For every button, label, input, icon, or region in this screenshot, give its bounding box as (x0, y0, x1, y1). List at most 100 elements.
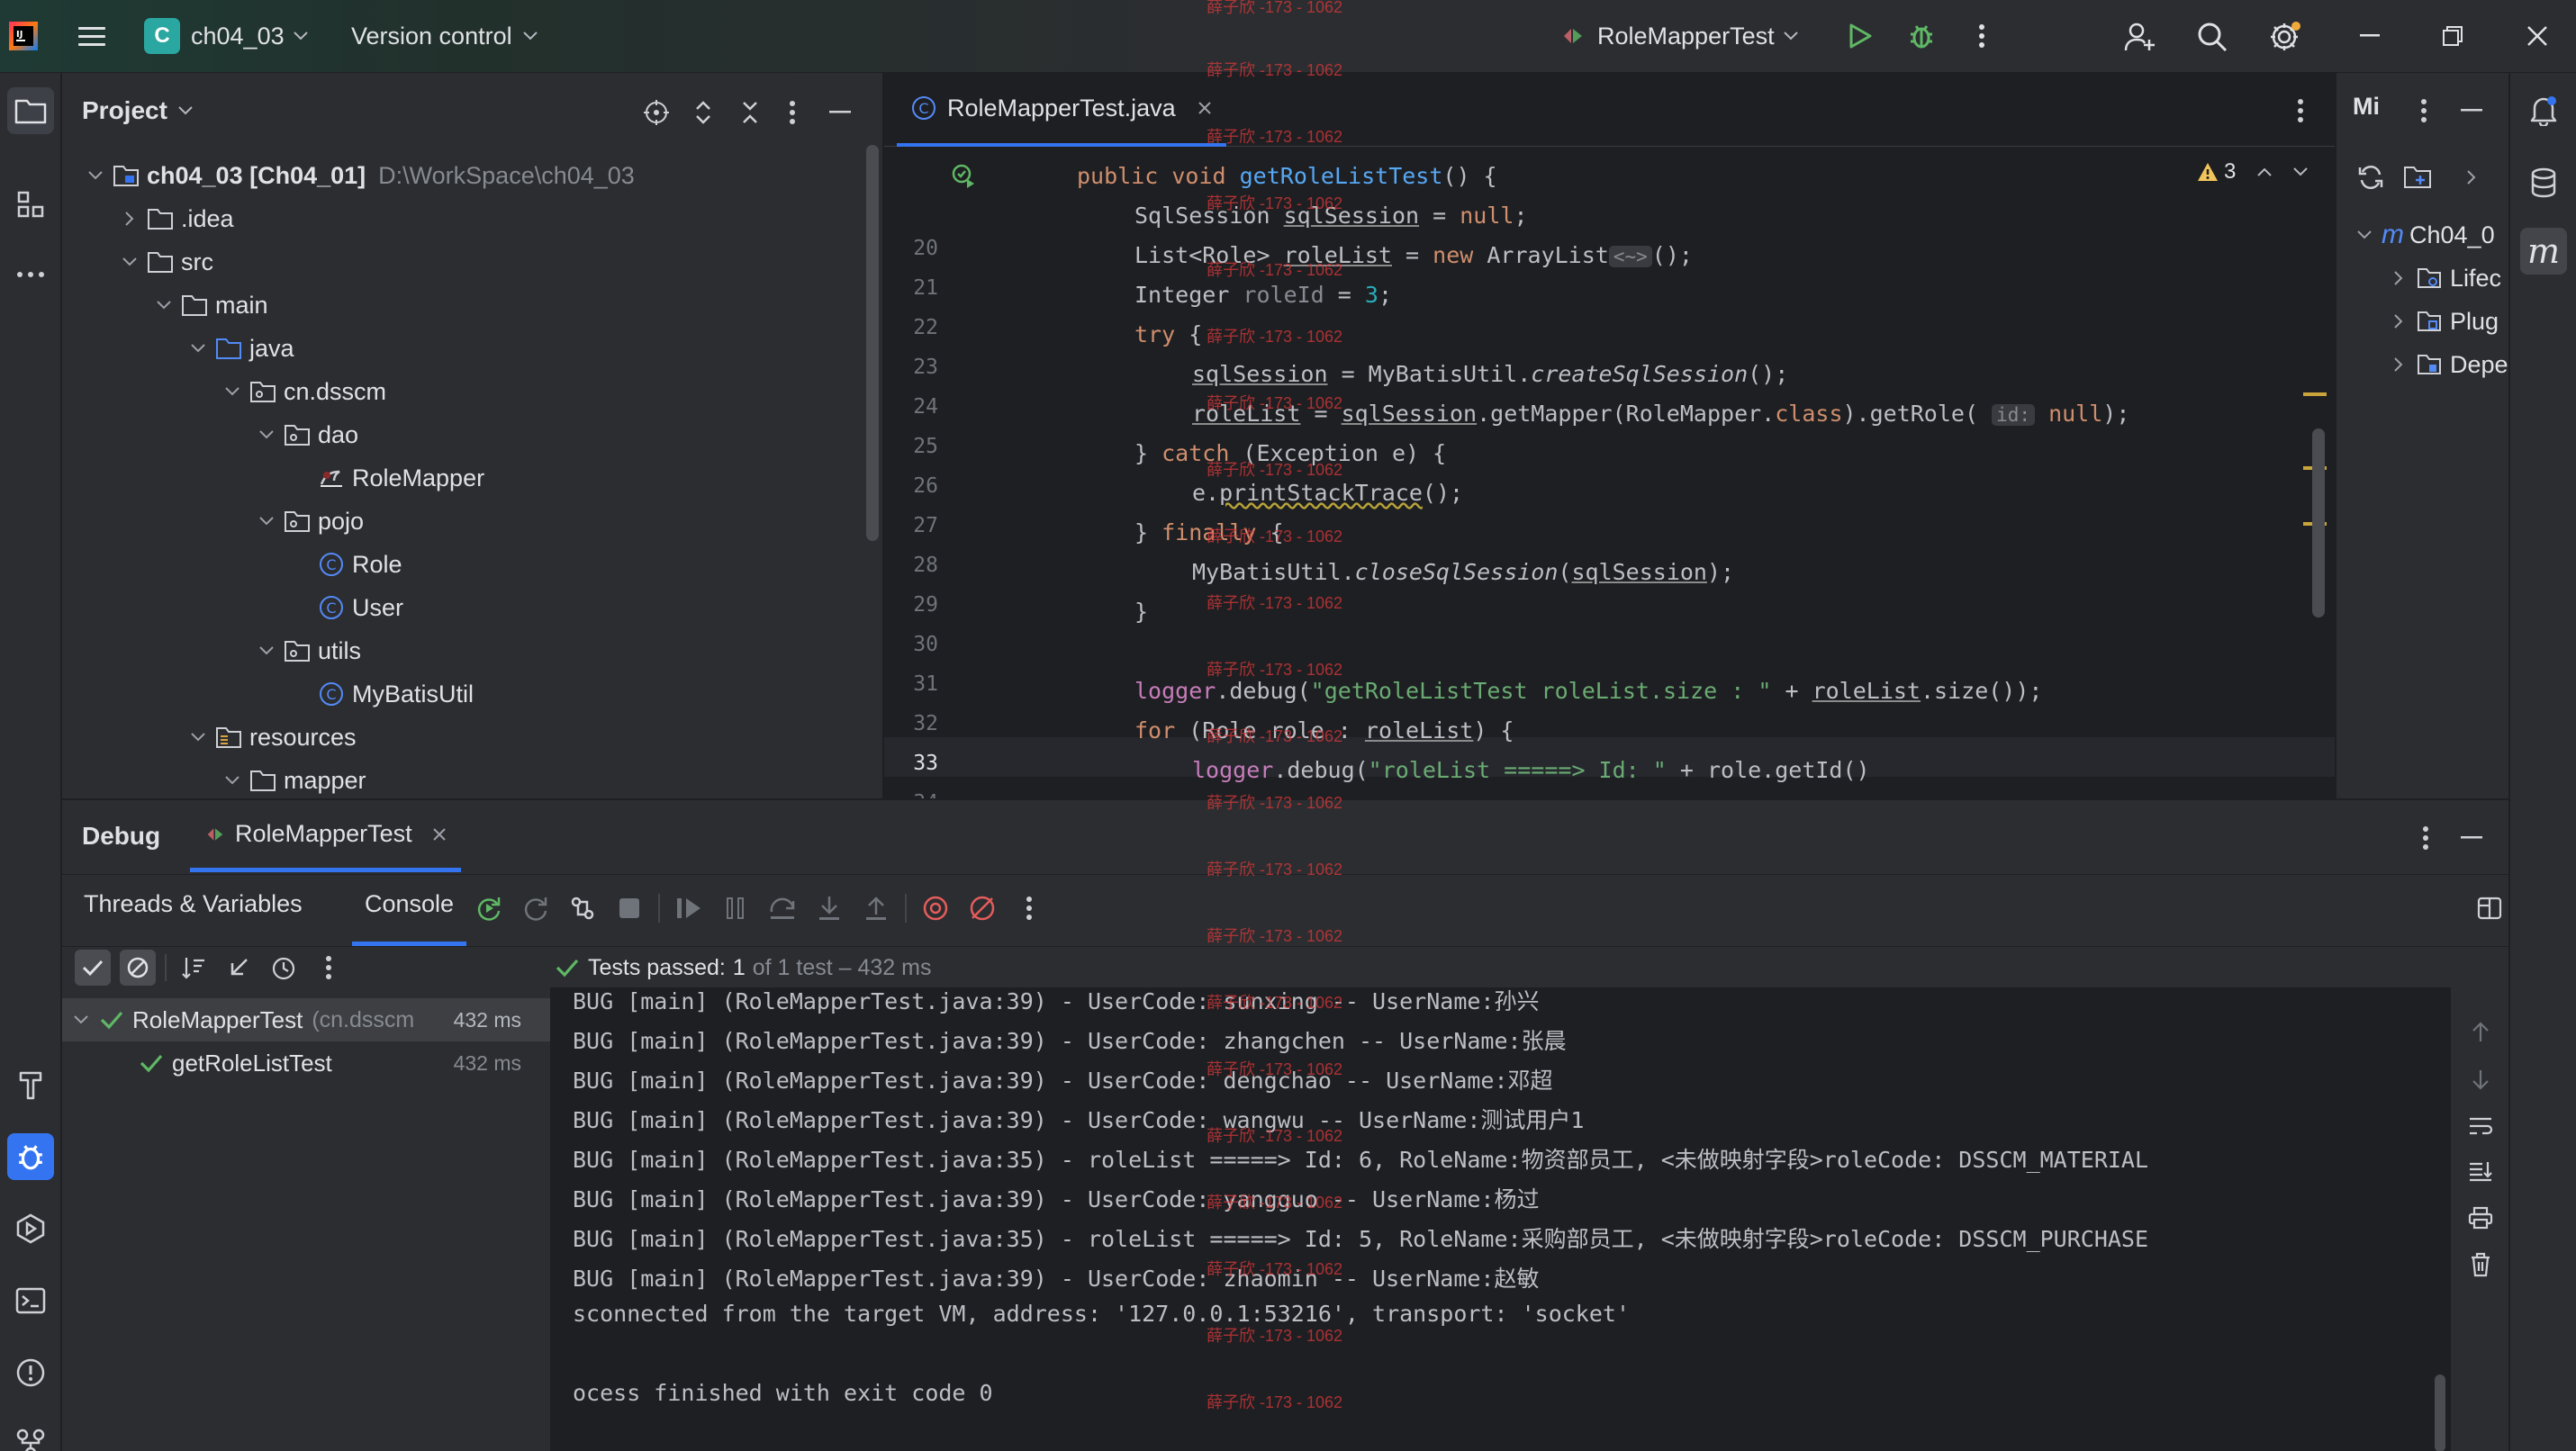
tab-console[interactable]: Console (352, 876, 467, 946)
test-row-rolemappertest[interactable]: RoleMapperTest (cn.dsscm 432 ms (69, 998, 548, 1041)
sort-icon[interactable] (176, 950, 212, 986)
tree-item-idea[interactable]: .idea (118, 197, 234, 240)
inspection-widget[interactable]: 3 (2197, 157, 2309, 187)
tree-item-package-cn-dsscm[interactable]: cn.dsscm (221, 370, 386, 413)
restart-debug-icon[interactable] (565, 890, 601, 926)
maven-item-lifecycle[interactable]: Lifec (2387, 257, 2501, 300)
tree-item-package-dao[interactable]: dao (255, 413, 358, 456)
add-maven-project-icon[interactable] (2400, 159, 2436, 195)
build-tool-icon[interactable] (7, 1061, 54, 1108)
layout-settings-icon[interactable] (2472, 890, 2508, 926)
reload-icon[interactable] (2353, 159, 2389, 195)
resume-icon[interactable] (671, 890, 707, 926)
show-passed-icon[interactable] (75, 950, 111, 986)
run-config-selector[interactable]: RoleMapperTest (1558, 16, 1798, 56)
scroll-to-end-icon[interactable] (2463, 1153, 2499, 1189)
rerun-icon[interactable] (471, 890, 507, 926)
project-panel-header[interactable]: Project (82, 93, 193, 129)
tab-threads-variables[interactable]: Threads & Variables (84, 890, 303, 918)
editor-tabs-options-icon[interactable] (2287, 93, 2314, 129)
maven-item-dependencies[interactable]: Depe (2387, 343, 2508, 386)
show-ignored-icon[interactable] (120, 950, 156, 986)
structure-tool-icon[interactable] (7, 181, 54, 228)
maven-tool-icon[interactable]: m (2520, 228, 2567, 275)
minimize-window-icon[interactable] (2352, 18, 2388, 54)
debug-tool-icon[interactable] (7, 1133, 54, 1180)
tree-item-src[interactable]: src (118, 240, 213, 284)
tree-item-project-root[interactable]: ch04_03 [Ch04_01] D:\WorkSpace\ch04_03 (84, 154, 635, 197)
scroll-up-icon[interactable] (2463, 1014, 2499, 1050)
settings-gear-icon[interactable] (2265, 18, 2303, 56)
debug-options-icon[interactable] (2412, 820, 2439, 856)
scroll-down-icon[interactable] (2463, 1061, 2499, 1097)
stop-icon[interactable] (611, 890, 647, 926)
project-options-icon[interactable] (779, 95, 806, 131)
chevron-right-icon[interactable] (2454, 159, 2490, 195)
project-switcher[interactable]: C ch04_03 (144, 16, 308, 56)
services-tool-icon[interactable] (7, 1205, 54, 1252)
tree-item-rolemapper[interactable]: RoleMapper (312, 456, 484, 500)
view-breakpoints-icon[interactable] (917, 890, 954, 926)
rerun-failed-icon[interactable] (518, 890, 554, 926)
add-user-icon[interactable] (2121, 18, 2159, 56)
step-over-icon[interactable] (764, 890, 800, 926)
notifications-icon[interactable] (2520, 87, 2567, 134)
console-scrollbar[interactable] (2435, 1374, 2445, 1451)
git-tool-icon[interactable] (7, 1419, 54, 1451)
tree-item-main[interactable]: main (152, 284, 268, 327)
terminal-tool-icon[interactable] (7, 1277, 54, 1324)
search-icon[interactable] (2193, 18, 2231, 56)
step-out-icon[interactable] (858, 890, 894, 926)
console-output[interactable]: BUG [main] (RoleMapperTest.java:39) - Us… (551, 987, 2451, 1451)
close-tab-icon[interactable] (432, 827, 447, 842)
more-tools-icon[interactable] (7, 251, 54, 298)
step-into-icon[interactable] (811, 890, 847, 926)
maven-options-icon[interactable] (2410, 93, 2437, 129)
locate-file-icon[interactable] (638, 95, 674, 131)
hide-panel-icon[interactable] (2454, 820, 2490, 856)
test-history-icon[interactable] (266, 950, 302, 986)
tree-item-package-utils[interactable]: utils (255, 629, 361, 672)
version-control-menu[interactable]: Version control (351, 16, 538, 56)
maven-item-plugins[interactable]: Plug (2387, 300, 2499, 343)
tree-item-package-pojo[interactable]: pojo (255, 500, 364, 543)
tree-item-mapper[interactable]: mapper (221, 759, 366, 802)
debug-session-tab[interactable]: RoleMapperTest (190, 800, 461, 872)
tree-item-resources[interactable]: resources (186, 716, 357, 759)
project-scrollbar[interactable] (866, 145, 879, 541)
print-icon[interactable] (2463, 1200, 2499, 1236)
tree-item-mybatisutil[interactable]: C MyBatisUtil (312, 672, 474, 716)
more-debug-actions-icon[interactable] (1011, 890, 1047, 926)
more-actions-icon[interactable] (1968, 18, 1995, 54)
close-window-icon[interactable] (2519, 18, 2555, 54)
run-test-gutter-icon[interactable] (951, 163, 976, 188)
problems-tool-icon[interactable] (7, 1349, 54, 1396)
restore-window-icon[interactable] (2435, 18, 2471, 54)
clear-console-icon[interactable] (2463, 1247, 2499, 1283)
maven-root-item[interactable]: m Ch04_0 (2353, 213, 2495, 257)
project-tool-icon[interactable] (7, 87, 54, 134)
tree-item-user[interactable]: C User (312, 586, 403, 629)
warning-stripe-marker[interactable] (2303, 392, 2327, 396)
collapse-all-icon[interactable] (732, 95, 768, 131)
tree-item-role[interactable]: C Role (312, 543, 402, 586)
test-tree-options-icon[interactable] (311, 950, 347, 986)
test-row-getrolelisttest[interactable]: getRoleListTest 432 ms (132, 1041, 548, 1085)
database-icon[interactable] (2520, 159, 2567, 206)
debug-icon[interactable] (1903, 18, 1939, 54)
expand-all-icon[interactable] (685, 95, 721, 131)
close-tab-icon[interactable] (1198, 101, 1212, 115)
chevron-up-icon[interactable] (2257, 167, 2273, 176)
hide-panel-icon[interactable] (2454, 93, 2490, 129)
main-menu-icon[interactable] (74, 18, 110, 54)
mute-breakpoints-icon[interactable] (964, 890, 1000, 926)
soft-wrap-icon[interactable] (2463, 1108, 2499, 1144)
pause-icon[interactable] (718, 890, 754, 926)
editor-vertical-scrollbar[interactable] (2312, 428, 2325, 617)
tree-item-java[interactable]: java (186, 327, 294, 370)
run-icon[interactable] (1842, 18, 1878, 54)
chevron-down-icon[interactable] (2293, 167, 2309, 176)
editor-tab-rolemappertest[interactable]: C RoleMapperTest.java (897, 73, 1226, 147)
collapse-tests-icon[interactable] (221, 950, 257, 986)
hide-panel-icon[interactable] (822, 95, 858, 131)
